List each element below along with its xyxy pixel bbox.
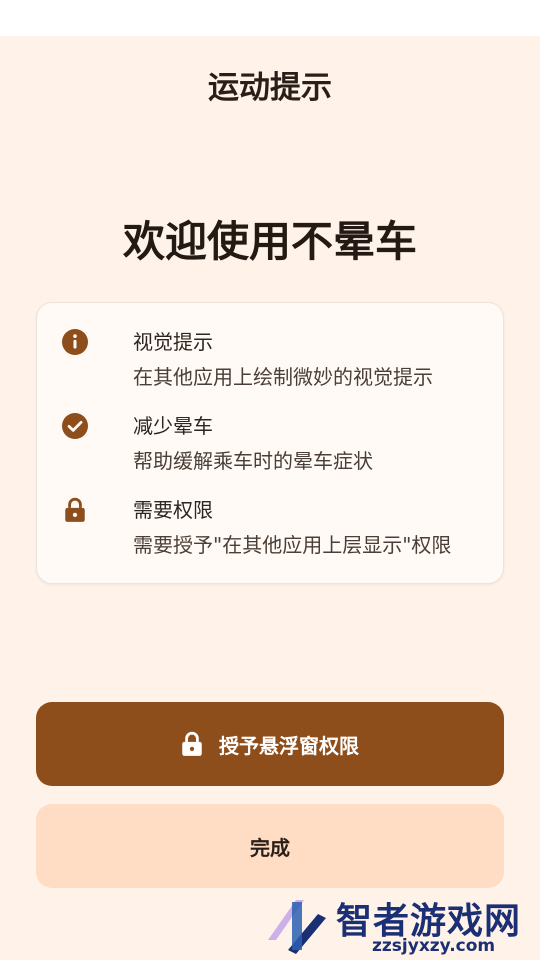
done-button[interactable]: 完成 [36,804,504,888]
watermark-logo [268,900,326,954]
lock-icon [61,496,89,524]
feature-description: 在其他应用上绘制微妙的视觉提示 [133,365,433,389]
welcome-heading: 欢迎使用不晕车 [122,217,417,266]
watermark-url: zzsjyxzy.com [372,936,496,956]
lock-icon [181,731,203,757]
feature-title: 需要权限 [133,498,213,522]
watermark: 智者游戏网 zzsjyxzy.com [262,892,540,960]
feature-card: 视觉提示 在其他应用上绘制微妙的视觉提示 减少晕车 帮助缓解乘车时的晕车症状 需… [36,302,504,584]
app-bar-title: 运动提示 [208,70,332,106]
info-icon [61,328,89,356]
done-button-label: 完成 [250,835,290,860]
feature-title: 减少晕车 [133,414,213,438]
feature-description: 需要授予"在其他应用上层显示"权限 [133,533,452,557]
feature-description: 帮助缓解乘车时的晕车症状 [133,449,373,473]
status-bar [0,0,540,36]
grant-overlay-permission-button[interactable]: 授予悬浮窗权限 [36,702,504,786]
grant-button-label: 授予悬浮窗权限 [219,733,359,758]
check-circle-icon [61,412,89,440]
feature-title: 视觉提示 [133,330,213,354]
